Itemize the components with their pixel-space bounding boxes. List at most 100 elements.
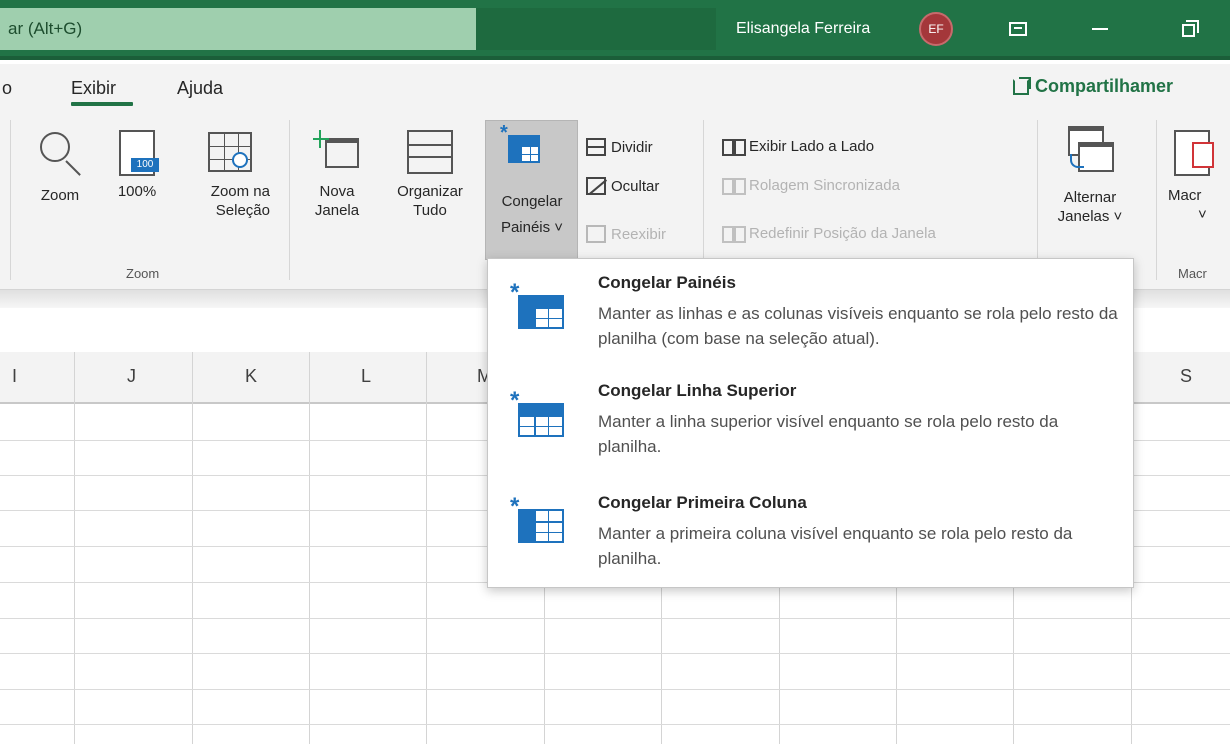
hide-icon [586,177,606,195]
unhide-label: Reexibir [611,225,667,243]
grid-line [0,724,1230,725]
zoom-100-label: 100% [117,183,157,200]
column-header[interactable]: I [12,366,17,387]
column-header[interactable]: K [245,366,257,387]
reset-position-icon [722,225,746,243]
group-separator [289,120,290,280]
freeze-panes-label-2: Painéis ˅ [500,219,564,236]
zoom-100-badge: 100 [131,158,159,172]
page-100-icon: 100 [119,130,159,176]
zoom-selection-label-2: Seleção [215,202,270,219]
hide-label: Ocultar [611,177,660,195]
avatar-initials: EF [928,22,944,36]
zoom-group-label: Zoom [126,266,160,281]
tab-help[interactable]: Ajuda [177,78,223,99]
freeze-top-row-icon: * [510,389,566,437]
menu-item-description: Manter a linha superior visível enquanto… [598,412,1059,456]
menu-item-freeze-first-column[interactable]: * Congelar Primeira Coluna Manter a prim… [488,477,1133,587]
view-side-by-side-button[interactable]: Exibir Lado a Lado [722,138,875,156]
macros-dropdown-arrow: ˅ [1198,206,1207,223]
menu-item-description: Manter as linhas e as colunas visíveis e… [598,304,1118,348]
menu-item-title: Congelar Primeira Coluna [598,493,807,512]
macros-icon [1174,130,1214,176]
menu-item-title: Congelar Painéis [598,273,736,292]
macros-label: Macr [1168,187,1202,204]
switch-windows-icon [1064,126,1116,174]
arrange-all-label-2: Tudo [413,202,447,219]
macros-group-label: Macr [1178,266,1207,281]
split-label: Dividir [611,138,653,156]
grid-line [0,689,1230,690]
sync-scroll-icon [722,177,746,195]
restore-icon [1181,20,1199,37]
minimize-button[interactable] [1078,12,1122,46]
grid-line [0,618,1230,619]
avatar[interactable]: EF [919,12,953,46]
magnifier-icon [38,130,82,180]
share-button[interactable]: Compartilhamer [1013,76,1173,97]
switch-windows-label-1: Alternar [1063,189,1117,206]
split-button[interactable]: Dividir [586,138,653,156]
unhide-button[interactable]: Reexibir [586,225,666,243]
tab-view[interactable]: Exibir [71,78,116,99]
switch-windows-button[interactable]: Alternar Janelas ˅ [1042,126,1138,226]
split-icon [586,138,606,156]
column-header[interactable]: L [361,366,371,387]
new-window-icon [313,130,361,170]
side-by-side-icon [722,138,746,156]
unhide-icon [586,225,606,243]
menu-item-freeze-panes[interactable]: * Congelar Painéis Manter as linhas e as… [488,259,1133,371]
menu-item-title: Congelar Linha Superior [598,381,797,400]
freeze-panes-icon: * [510,281,566,329]
zoom-button[interactable]: Zoom [28,130,92,205]
title-bar: ar (Alt+G) Elisangela Ferreira EF [0,0,1230,60]
column-header[interactable]: S [1180,366,1192,387]
minimize-icon [1092,28,1108,30]
sync-scroll-button[interactable]: Rolagem Sincronizada [722,177,900,195]
arrange-all-button[interactable]: Organizar Tudo [371,130,489,220]
freeze-panes-menu: * Congelar Painéis Manter as linhas e as… [487,258,1134,588]
ribbon-display-icon [1009,22,1027,36]
grid-line [74,352,75,744]
search-box-text: ar (Alt+G) [8,19,83,38]
menu-item-description: Manter a primeira coluna visível enquant… [598,524,1073,568]
tab-partial[interactable]: o [2,78,12,99]
reset-window-position-button[interactable]: Redefinir Posição da Janela [722,225,936,243]
freeze-first-column-icon: * [510,495,566,543]
macros-button[interactable]: Macr ˅ [1168,130,1228,224]
zoom-selection-label-1: Zoom na [210,183,270,200]
freeze-panes-label-1: Congelar [501,193,563,210]
zoom-to-selection-button[interactable]: Zoom na Seleção [178,130,270,220]
side-by-side-label: Exibir Lado a Lado [749,138,875,155]
active-tab-indicator [71,102,133,106]
hide-button[interactable]: Ocultar [586,177,659,195]
ribbon-tabs: o Exibir Ajuda Compartilhamer [0,64,1230,120]
sync-scroll-label: Rolagem Sincronizada [749,177,900,194]
group-separator [1156,120,1157,280]
new-window-label-1: Nova [319,183,355,200]
grid-line [192,352,193,744]
search-box[interactable]: ar (Alt+G) [0,8,476,50]
arrange-all-icon [407,130,453,174]
freeze-panes-button[interactable]: * Congelar Painéis ˅ [485,120,578,260]
group-separator [703,120,704,280]
new-window-button[interactable]: Nova Janela [304,130,370,220]
ribbon-display-options-button[interactable] [996,12,1040,46]
reset-position-label: Redefinir Posição da Janela [749,225,936,242]
freeze-panes-icon: * [500,123,540,165]
zoom-100-button[interactable]: 100 100% [108,130,166,201]
share-icon [1013,78,1029,95]
new-window-label-2: Janela [314,202,360,219]
grid-line [0,653,1230,654]
zoom-label: Zoom [40,187,80,204]
user-name[interactable]: Elisangela Ferreira [736,8,870,50]
zoom-selection-icon [208,132,252,172]
restore-button[interactable] [1166,12,1210,46]
arrange-all-label-1: Organizar [397,183,463,200]
group-separator [10,120,11,280]
column-header[interactable]: J [127,366,136,387]
switch-windows-label-2: Janelas ˅ [1057,208,1123,225]
menu-item-freeze-top-row[interactable]: * Congelar Linha Superior Manter a linha… [488,371,1133,477]
group-separator [1037,120,1038,280]
grid-line [309,352,310,744]
